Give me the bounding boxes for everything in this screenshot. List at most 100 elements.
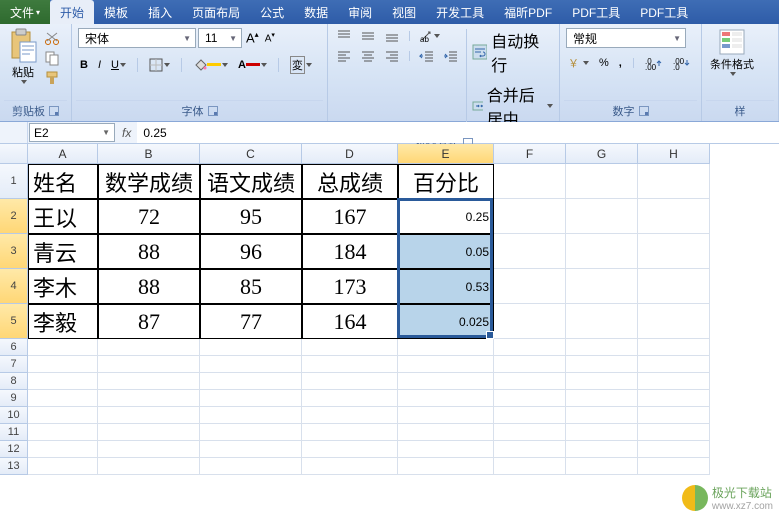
cell-B9[interactable] (98, 390, 200, 407)
cell-G6[interactable] (566, 339, 638, 356)
tab-dev[interactable]: 开发工具 (426, 0, 494, 24)
row-header-9[interactable]: 9 (0, 390, 28, 407)
cell-H3[interactable] (638, 234, 710, 269)
decrease-decimal-button[interactable]: .00.0 (671, 55, 693, 71)
col-header-A[interactable]: A (28, 144, 98, 164)
cell-C1[interactable]: 语文成绩 (200, 164, 302, 199)
cell-E9[interactable] (398, 390, 494, 407)
font-color-button[interactable]: A (236, 58, 269, 72)
col-header-H[interactable]: H (638, 144, 710, 164)
cell-F3[interactable] (494, 234, 566, 269)
cell-A5[interactable]: 李毅 (28, 304, 98, 339)
cell-A8[interactable] (28, 373, 98, 390)
name-box[interactable]: E2▼ (29, 123, 115, 142)
cell-G13[interactable] (566, 458, 638, 475)
cell-G7[interactable] (566, 356, 638, 373)
cell-B6[interactable] (98, 339, 200, 356)
cell-D2[interactable]: 167 (302, 199, 398, 234)
tab-insert[interactable]: 插入 (138, 0, 182, 24)
align-center-button[interactable] (358, 48, 378, 64)
cell-D13[interactable] (302, 458, 398, 475)
tab-layout[interactable]: 页面布局 (182, 0, 250, 24)
dialog-launcher-icon[interactable] (49, 106, 59, 116)
cell-B11[interactable] (98, 424, 200, 441)
tab-formula[interactable]: 公式 (250, 0, 294, 24)
comma-button[interactable]: , (617, 56, 624, 70)
row-header-5[interactable]: 5 (0, 304, 28, 339)
cell-H8[interactable] (638, 373, 710, 390)
tab-file[interactable]: 文件▾ (0, 0, 50, 24)
tab-pdf1[interactable]: PDF工具 (562, 0, 630, 24)
cell-H1[interactable] (638, 164, 710, 199)
cell-D5[interactable]: 164 (302, 304, 398, 339)
cell-H4[interactable] (638, 269, 710, 304)
cell-C8[interactable] (200, 373, 302, 390)
align-bottom-button[interactable] (382, 28, 402, 44)
cell-D10[interactable] (302, 407, 398, 424)
cell-A3[interactable]: 青云 (28, 234, 98, 269)
increase-indent-button[interactable] (441, 48, 461, 64)
cell-H12[interactable] (638, 441, 710, 458)
conditional-format-button[interactable]: 条件格式 (706, 26, 758, 78)
cell-H2[interactable] (638, 199, 710, 234)
italic-button[interactable]: I (96, 58, 103, 72)
cell-F2[interactable] (494, 199, 566, 234)
cell-E13[interactable] (398, 458, 494, 475)
copy-button[interactable] (44, 50, 60, 66)
increase-decimal-button[interactable]: .0.00 (643, 55, 665, 71)
cell-C10[interactable] (200, 407, 302, 424)
cell-D9[interactable] (302, 390, 398, 407)
cell-B2[interactable]: 72 (98, 199, 200, 234)
cell-E6[interactable] (398, 339, 494, 356)
tab-start[interactable]: 开始 (50, 0, 94, 24)
cell-F12[interactable] (494, 441, 566, 458)
cell-C2[interactable]: 95 (200, 199, 302, 234)
cell-D7[interactable] (302, 356, 398, 373)
cell-B13[interactable] (98, 458, 200, 475)
cell-G10[interactable] (566, 407, 638, 424)
tab-template[interactable]: 模板 (94, 0, 138, 24)
format-painter-button[interactable] (44, 70, 60, 86)
cell-grid[interactable]: 姓名数学成绩语文成绩总成绩百分比王以72951670.25青云88961840.… (28, 164, 779, 518)
orientation-button[interactable]: ab (417, 28, 442, 44)
row-header-8[interactable]: 8 (0, 373, 28, 390)
fill-color-button[interactable] (191, 58, 230, 72)
align-right-button[interactable] (382, 48, 402, 64)
cell-G1[interactable] (566, 164, 638, 199)
phonetic-button[interactable]: 変 (288, 55, 314, 75)
cell-E2[interactable]: 0.25 (398, 199, 494, 234)
cell-H9[interactable] (638, 390, 710, 407)
row-header-12[interactable]: 12 (0, 441, 28, 458)
cell-G3[interactable] (566, 234, 638, 269)
cell-G4[interactable] (566, 269, 638, 304)
wrap-text-button[interactable]: 自动换行 (472, 28, 553, 76)
select-all-corner[interactable] (0, 144, 28, 164)
cell-A7[interactable] (28, 356, 98, 373)
cell-B8[interactable] (98, 373, 200, 390)
cell-F6[interactable] (494, 339, 566, 356)
col-header-E[interactable]: E (398, 144, 494, 164)
cell-D1[interactable]: 总成绩 (302, 164, 398, 199)
cell-D6[interactable] (302, 339, 398, 356)
number-format-combo[interactable]: 常规▼ (566, 28, 686, 48)
cell-H13[interactable] (638, 458, 710, 475)
tab-view[interactable]: 视图 (382, 0, 426, 24)
row-header-13[interactable]: 13 (0, 458, 28, 475)
percent-button[interactable]: % (597, 56, 611, 70)
fx-button[interactable]: fx (116, 126, 137, 140)
cell-D11[interactable] (302, 424, 398, 441)
cell-E8[interactable] (398, 373, 494, 390)
cell-C3[interactable]: 96 (200, 234, 302, 269)
row-header-11[interactable]: 11 (0, 424, 28, 441)
row-header-3[interactable]: 3 (0, 234, 28, 269)
cell-C5[interactable]: 77 (200, 304, 302, 339)
paste-button[interactable]: 粘贴 (4, 26, 42, 86)
cell-A2[interactable]: 王以 (28, 199, 98, 234)
cell-E3[interactable]: 0.05 (398, 234, 494, 269)
row-header-2[interactable]: 2 (0, 199, 28, 234)
cell-F7[interactable] (494, 356, 566, 373)
decrease-indent-button[interactable] (417, 48, 437, 64)
cell-F11[interactable] (494, 424, 566, 441)
row-header-10[interactable]: 10 (0, 407, 28, 424)
col-header-G[interactable]: G (566, 144, 638, 164)
